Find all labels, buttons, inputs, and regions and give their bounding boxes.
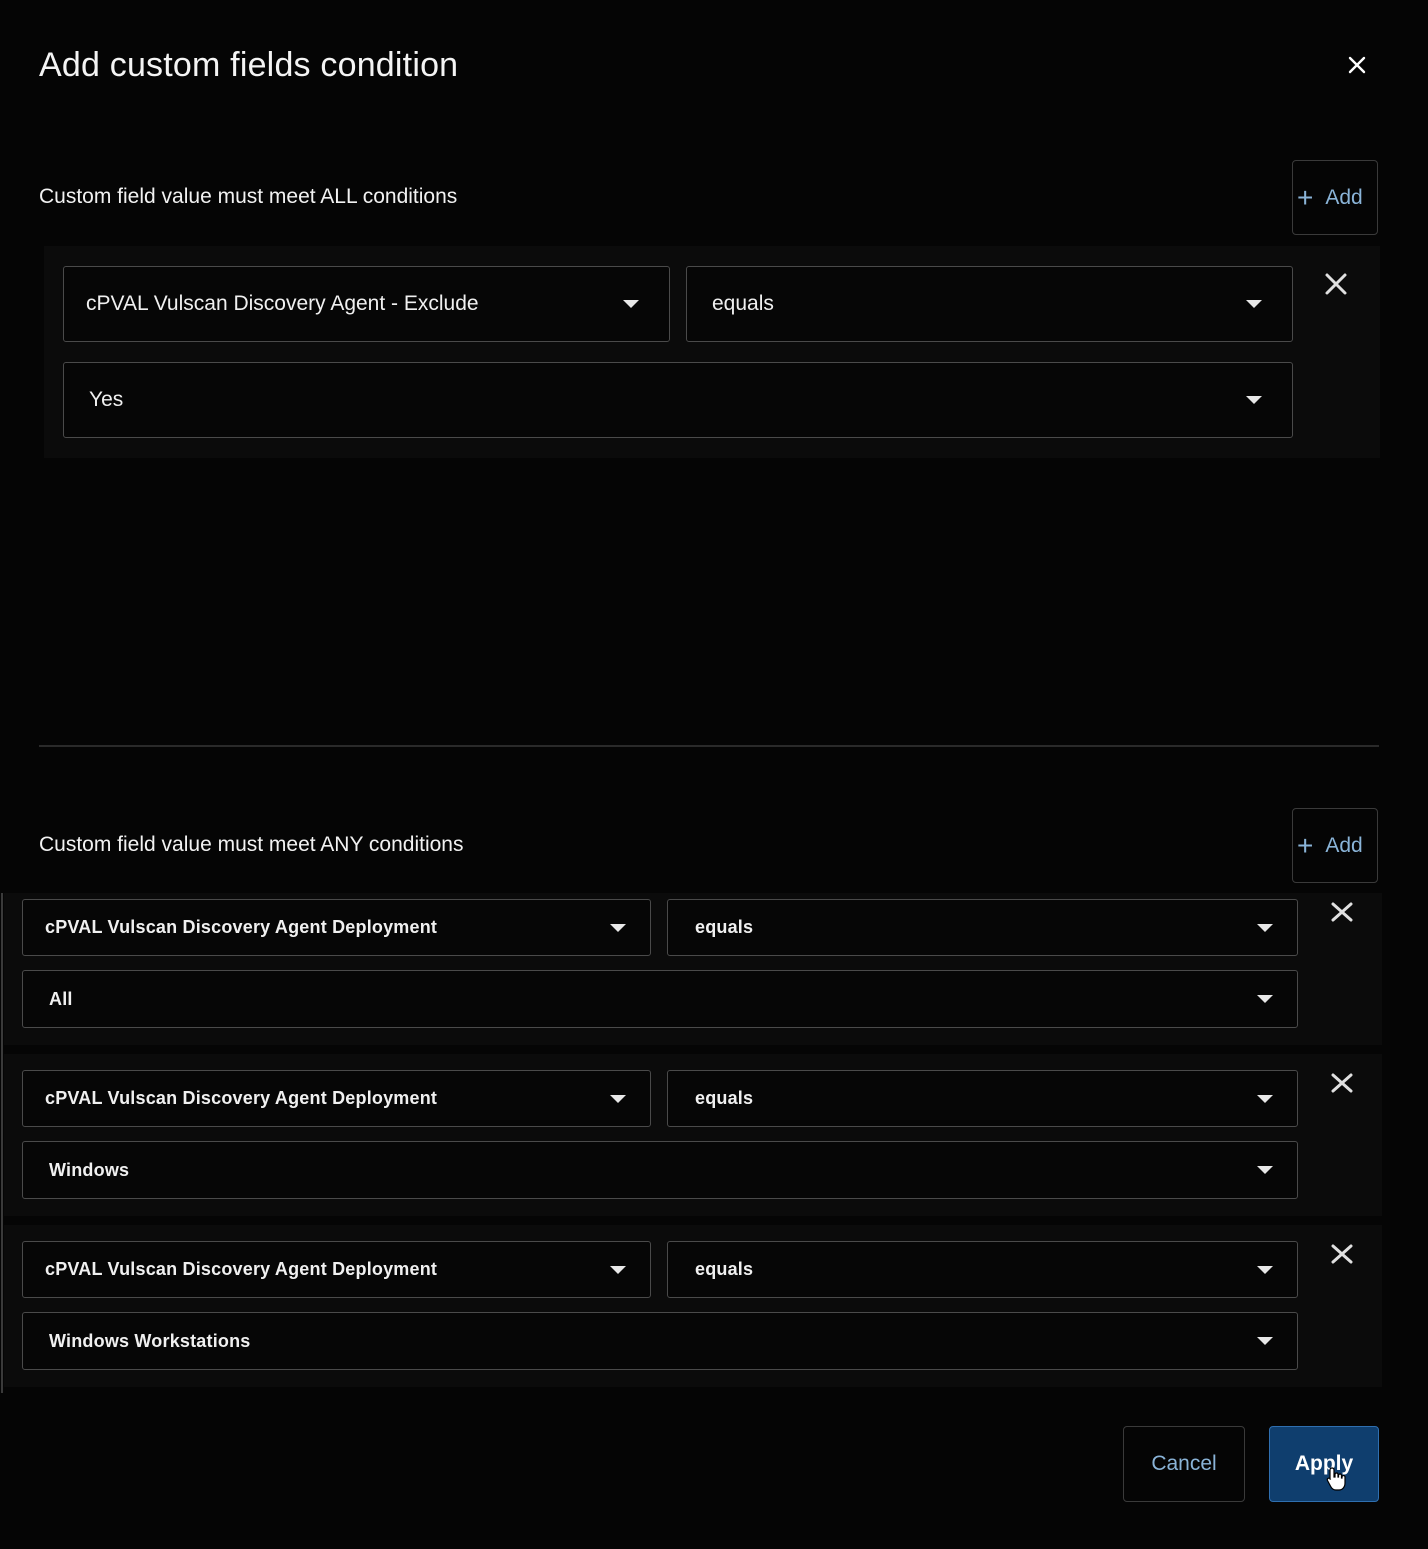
any-condition-2-value: Windows — [49, 1159, 130, 1180]
all-conditions-label: Custom field value must meet ALL conditi… — [39, 185, 458, 208]
remove-condition-icon — [1325, 273, 1347, 295]
caret-down-icon — [1246, 300, 1262, 308]
caret-down-icon — [1257, 1094, 1273, 1103]
remove-all-condition-1-button[interactable] — [1320, 268, 1352, 300]
caret-down-icon — [1257, 1265, 1273, 1274]
add-any-condition-label: Add — [1325, 833, 1363, 857]
caret-down-icon — [610, 1265, 626, 1274]
close-dialog-button[interactable] — [1338, 46, 1376, 84]
all-condition-1-value-select[interactable]: Yes — [63, 362, 1293, 438]
any-conditions-left-rule — [1, 893, 3, 1393]
caret-down-icon — [1246, 396, 1262, 404]
remove-condition-icon — [1331, 1073, 1353, 1093]
caret-down-icon — [1257, 995, 1273, 1003]
dialog-title: Add custom fields condition — [39, 46, 459, 84]
caret-down-icon — [1257, 1166, 1273, 1174]
caret-down-icon — [1257, 1337, 1273, 1345]
caret-down-icon — [610, 1094, 626, 1103]
any-condition-2-operator-select[interactable]: equals — [667, 1070, 1298, 1127]
caret-down-icon — [610, 923, 626, 932]
all-condition-1-operator-value: equals — [712, 292, 774, 315]
caret-down-icon — [1257, 923, 1273, 932]
any-condition-1-operator-select[interactable]: equals — [667, 899, 1298, 956]
any-condition-1-operator-value: equals — [695, 917, 754, 937]
caret-down-icon — [623, 300, 639, 308]
remove-condition-icon — [1331, 1244, 1353, 1264]
any-condition-3-operator-select[interactable]: equals — [667, 1241, 1298, 1298]
add-all-condition-label: Add — [1325, 185, 1363, 209]
any-condition-3-value: Windows Workstations — [49, 1330, 251, 1351]
apply-button[interactable]: Apply — [1269, 1426, 1379, 1502]
remove-any-condition-2-button[interactable] — [1326, 1067, 1358, 1099]
plus-icon: + — [1297, 829, 1314, 861]
any-condition-1-value: All — [49, 988, 73, 1009]
all-condition-1-field-value: cPVAL Vulscan Discovery Agent - Exclude — [86, 292, 479, 315]
any-condition-3-operator-value: equals — [695, 1259, 754, 1279]
any-condition-3-field-select[interactable]: cPVAL Vulscan Discovery Agent Deployment — [22, 1241, 651, 1298]
any-condition-3-field-value: cPVAL Vulscan Discovery Agent Deployment — [45, 1259, 438, 1279]
remove-any-condition-3-button[interactable] — [1326, 1238, 1358, 1270]
any-condition-3-value-select[interactable]: Windows Workstations — [22, 1312, 1298, 1370]
any-condition-1-field-select[interactable]: cPVAL Vulscan Discovery Agent Deployment — [22, 899, 651, 956]
any-condition-1-value-select[interactable]: All — [22, 970, 1298, 1028]
cancel-button[interactable]: Cancel — [1123, 1426, 1245, 1502]
pointer-cursor-icon — [1326, 1466, 1346, 1497]
all-condition-1-value: Yes — [89, 388, 124, 411]
add-any-condition-button[interactable]: + Add — [1292, 808, 1378, 883]
close-icon — [1348, 56, 1366, 74]
plus-icon: + — [1297, 181, 1314, 213]
all-condition-1-operator-select[interactable]: equals — [686, 266, 1293, 342]
any-conditions-label: Custom field value must meet ANY conditi… — [39, 833, 464, 856]
any-condition-2-operator-value: equals — [695, 1088, 754, 1108]
any-condition-2-field-value: cPVAL Vulscan Discovery Agent Deployment — [45, 1088, 438, 1108]
any-condition-2-field-select[interactable]: cPVAL Vulscan Discovery Agent Deployment — [22, 1070, 651, 1127]
section-divider — [39, 745, 1379, 747]
any-condition-2-value-select[interactable]: Windows — [22, 1141, 1298, 1199]
add-all-condition-button[interactable]: + Add — [1292, 160, 1378, 235]
remove-condition-icon — [1331, 902, 1353, 922]
remove-any-condition-1-button[interactable] — [1326, 896, 1358, 928]
all-condition-1-field-select[interactable]: cPVAL Vulscan Discovery Agent - Exclude — [63, 266, 670, 342]
any-condition-1-field-value: cPVAL Vulscan Discovery Agent Deployment — [45, 917, 438, 937]
